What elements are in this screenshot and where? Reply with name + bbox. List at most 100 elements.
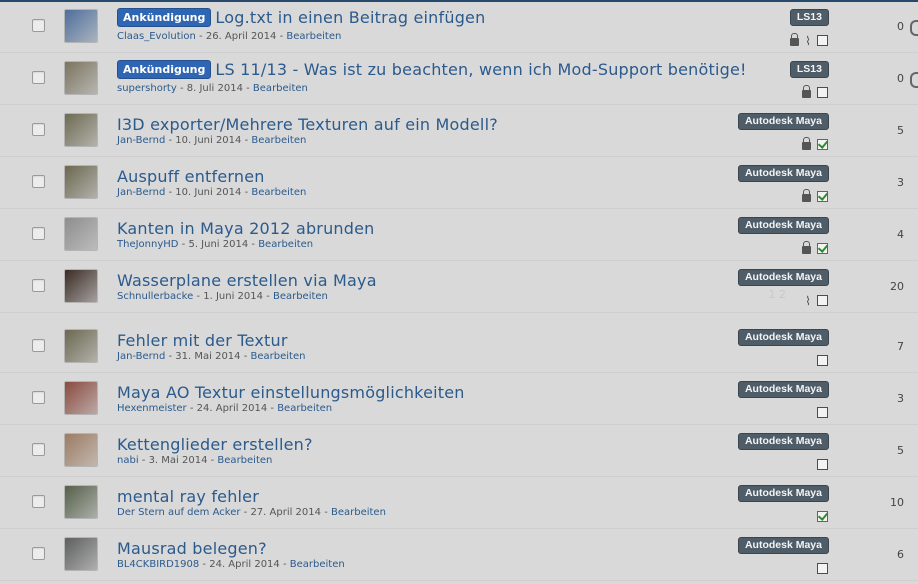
avatar[interactable] [64,329,98,363]
select-checkbox[interactable] [32,547,45,560]
edit-link[interactable]: Bearbeiten [290,559,345,570]
author-link[interactable]: nabi [117,455,139,466]
author-link[interactable]: BL4CKBIRD1908 [117,559,199,570]
select-checkbox[interactable] [32,443,45,456]
edit-link[interactable]: Bearbeiten [217,455,272,466]
prefix-label[interactable]: Autodesk Maya [737,217,829,234]
select-checkbox[interactable] [32,175,45,188]
edit-link[interactable]: Bearbeiten [251,187,306,198]
thread-title[interactable]: Auspuff entfernen [117,167,265,186]
thread-title[interactable]: Log.txt in einen Beitrag einfügen [215,8,485,27]
avatar[interactable] [64,9,98,43]
thread-row[interactable]: Kettenglieder erstellen? nabi - 3. Mai 20… [0,424,918,477]
author-link[interactable]: Der Stern auf dem Acker [117,507,240,518]
thread-row[interactable]: Maya AO Textur einstellungsmöglichkeiten… [0,372,918,425]
prefix-label[interactable]: Autodesk Maya [737,165,829,182]
avatar-image [65,62,97,94]
edit-link[interactable]: Bearbeiten [331,507,386,518]
thread-title[interactable]: mental ray fehler [117,487,259,506]
thread-row[interactable]: Ankündigung LS 11/13 - Was ist zu beachte… [0,52,918,105]
prefix-label[interactable]: Autodesk Maya [737,537,829,554]
separator: - [207,455,218,466]
post-date: 24. April 2014 [209,559,280,570]
thread-row[interactable]: Fehler mit der Textur Jan-Bernd - 31. Mai… [0,320,918,373]
avatar[interactable] [64,537,98,571]
thread-meta: Jan-Bernd - 10. Juni 2014 - Bearbeiten [117,135,306,146]
unread-icon[interactable] [817,407,828,418]
select-checkbox[interactable] [32,495,45,508]
author-link[interactable]: Hexenmeister [117,403,187,414]
avatar[interactable] [64,433,98,467]
unread-icon[interactable] [817,355,828,366]
thread-row[interactable]: Kanten in Maya 2012 abrunden TheJonnyHD -… [0,208,918,261]
thread-title[interactable]: LS 11/13 - Was ist zu beachten, wenn ich… [215,60,746,79]
select-checkbox[interactable] [32,279,45,292]
prefix-label[interactable]: Autodesk Maya [737,113,829,130]
avatar[interactable] [64,217,98,251]
author-link[interactable]: Jan-Bernd [117,135,165,146]
prefix-label[interactable]: Autodesk Maya [737,485,829,502]
thread-title[interactable]: Wasserplane erstellen via Maya [117,271,377,290]
unread-icon[interactable] [817,563,828,574]
author-link[interactable]: Jan-Bernd [117,351,165,362]
prefix-label[interactable]: Autodesk Maya [737,381,829,398]
author-link[interactable]: TheJonnyHD [117,239,178,250]
edit-link[interactable]: Bearbeiten [277,403,332,414]
thread-title[interactable]: I3D exporter/Mehrere Texturen auf ein Mo… [117,115,498,134]
page-links[interactable]: 1 2 [769,288,787,301]
avatar[interactable] [64,61,98,95]
unread-icon[interactable] [817,87,828,98]
thread-title[interactable]: Maya AO Textur einstellungsmöglichkeiten [117,383,465,402]
unread-icon[interactable] [817,459,828,470]
announcement-badge[interactable]: Ankündigung [117,60,212,79]
thread-row[interactable]: Mausrad belegen? BL4CKBIRD1908 - 24. Apri… [0,528,918,581]
avatar[interactable] [64,485,98,519]
post-date: 10. Juni 2014 [175,135,242,146]
thread-title[interactable]: Kettenglieder erstellen? [117,435,313,454]
attachment-icon: ⌇ [805,293,811,308]
select-checkbox[interactable] [32,339,45,352]
thread-row[interactable]: I3D exporter/Mehrere Texturen auf ein Mo… [0,104,918,157]
reply-count: 5 [897,444,904,457]
avatar[interactable] [64,269,98,303]
thread-title[interactable]: Kanten in Maya 2012 abrunden [117,219,375,238]
prefix-label[interactable]: LS13 [789,61,829,78]
edit-link[interactable]: Bearbeiten [253,83,308,94]
select-checkbox[interactable] [32,391,45,404]
thread-row[interactable]: Wasserplane erstellen via Maya Schnullerb… [0,260,918,313]
edit-link[interactable]: Bearbeiten [251,135,306,146]
avatar[interactable] [64,113,98,147]
edit-link[interactable]: Bearbeiten [286,31,341,42]
thread-title[interactable]: Fehler mit der Textur [117,331,288,350]
prefix-label[interactable]: Autodesk Maya [737,269,829,286]
edit-link[interactable]: Bearbeiten [258,239,313,250]
author-link[interactable]: Jan-Bernd [117,187,165,198]
avatar[interactable] [64,381,98,415]
author-link[interactable]: Schnullerbacke [117,291,193,302]
thread-meta: Claas_Evolution - 26. April 2014 - Bearb… [117,31,341,42]
avatar[interactable] [64,165,98,199]
separator: - [186,403,197,414]
prefix-label[interactable]: LS13 [789,9,829,26]
unread-icon[interactable] [817,295,828,306]
select-checkbox[interactable] [32,71,45,84]
edit-link[interactable]: Bearbeiten [273,291,328,302]
post-date: 26. April 2014 [205,31,277,42]
avatar-image [65,218,97,250]
prefix-label[interactable]: Autodesk Maya [737,329,829,346]
select-checkbox[interactable] [32,227,45,240]
edit-link[interactable]: Bearbeiten [251,351,306,362]
announcement-badge[interactable]: Ankündigung [117,8,212,27]
thread-row[interactable]: mental ray fehler Der Stern auf dem Acker… [0,476,918,529]
thread-row[interactable]: Ankündigung Log.txt in einen Beitrag einf… [0,0,918,53]
prefix-label[interactable]: Autodesk Maya [737,433,829,450]
select-checkbox[interactable] [32,123,45,136]
author-link[interactable]: supershorty [117,83,177,94]
thread-title[interactable]: Mausrad belegen? [117,539,267,558]
status-icons [811,350,828,366]
unread-icon[interactable] [817,35,828,46]
author-link[interactable]: Claas_Evolution [117,31,196,42]
select-checkbox[interactable] [32,19,45,32]
thread-meta: Hexenmeister - 24. April 2014 - Bearbeit… [117,403,332,414]
thread-row[interactable]: Auspuff entfernen Jan-Bernd - 10. Juni 20… [0,156,918,209]
